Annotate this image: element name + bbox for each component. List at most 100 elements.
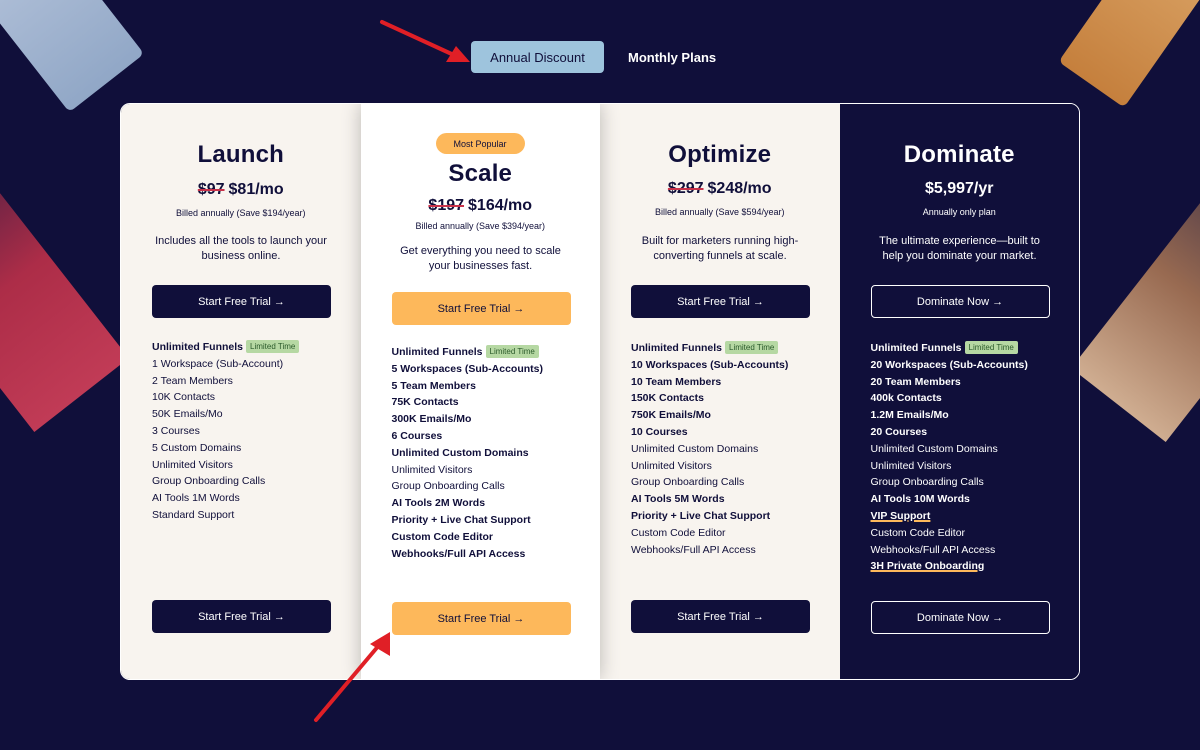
plan-description: Includes all the tools to launch your bu…: [155, 235, 327, 262]
decorative-stripe: [1071, 108, 1200, 442]
feature-text: AI Tools 5M Words: [631, 493, 725, 506]
feature-list: Unlimited Funnels Limited Time 20 Workspac…: [871, 340, 1071, 575]
feature-text: Group Onboarding Calls: [870, 476, 984, 489]
limited-time-badge: Limited Time: [964, 341, 1018, 354]
start-free-trial-button[interactable]: Start Free Trial →: [391, 602, 571, 635]
current-price: $164/mo: [468, 197, 533, 214]
dominate-now-button[interactable]: Dominate Now →: [870, 285, 1050, 318]
feature-item: VIP Support: [871, 508, 1071, 525]
plan-name: Optimize: [668, 141, 772, 168]
annual-discount-button[interactable]: Annual Discount: [471, 41, 604, 73]
feature-text: AI Tools 10M Words: [870, 493, 970, 506]
feature-text: Priority + Live Chat Support: [391, 513, 531, 526]
arrow-right-icon: →: [992, 611, 1004, 624]
old-price: $197: [428, 197, 465, 214]
feature-text: Unlimited Funnels: [152, 341, 244, 353]
feature-item: AI Tools 10M Words: [871, 491, 1071, 508]
start-free-trial-button[interactable]: Start Free Trial →: [631, 285, 810, 318]
arrow-right-icon: →: [273, 295, 285, 308]
feature-item: Group Onboarding Calls: [392, 478, 592, 495]
feature-text: 400k Contacts: [870, 392, 942, 405]
feature-item: 3 Courses: [152, 423, 352, 440]
feature-text: 2 Team Members: [152, 374, 233, 387]
feature-text: Group Onboarding Calls: [152, 475, 266, 488]
feature-text: Custom Code Editor: [391, 530, 494, 543]
feature-text: 750K Emails/Mo: [631, 409, 711, 422]
feature-text: 10 Team Members: [631, 375, 722, 388]
feature-text: 3H Private Onboarding: [870, 560, 985, 573]
button-label: Start Free Trial: [677, 610, 750, 623]
feature-text: Unlimited Visitors: [631, 459, 712, 472]
feature-item: Webhooks/Full API Access: [871, 542, 1071, 559]
start-free-trial-button[interactable]: Start Free Trial →: [152, 285, 331, 318]
limited-time-badge: Limited Time: [246, 340, 300, 353]
feature-item: 1.2M Emails/Mo: [871, 407, 1071, 424]
feature-text: 1 Workspace (Sub-Account): [152, 357, 284, 370]
button-label: Start Free Trial: [198, 610, 271, 623]
old-price: $97: [197, 181, 225, 198]
feature-text: Webhooks/Full API Access: [631, 543, 756, 556]
feature-item: Group Onboarding Calls: [631, 474, 831, 491]
feature-item: Priority + Live Chat Support: [392, 512, 592, 529]
feature-text: Custom Code Editor: [870, 526, 966, 539]
current-price: $5,997/yr: [924, 180, 994, 197]
feature-text: Unlimited Visitors: [152, 458, 233, 471]
feature-item: Group Onboarding Calls: [152, 473, 352, 490]
feature-item: 75K Contacts: [392, 394, 592, 411]
plan-name: Launch: [197, 141, 285, 168]
start-free-trial-button[interactable]: Start Free Trial →: [391, 292, 571, 325]
button-label: Start Free Trial: [198, 295, 271, 308]
feature-item: Group Onboarding Calls: [871, 474, 1071, 491]
feature-item: 10 Courses: [631, 424, 831, 441]
current-price: $81/mo: [228, 181, 284, 198]
plan-card-optimize: Optimize $297 $248/mo Billed annually (Sa…: [600, 104, 840, 679]
feature-text: 20 Team Members: [870, 375, 961, 388]
decorative-stripe: [1058, 0, 1200, 108]
feature-text: Custom Code Editor: [631, 526, 726, 539]
annotation-arrow-icon: [380, 20, 470, 62]
plan-card-launch: Launch $97 $81/mo Billed annually (Save $…: [121, 104, 361, 679]
feature-text: 10 Workspaces (Sub-Accounts): [631, 358, 789, 371]
button-label: Start Free Trial: [437, 302, 511, 315]
feature-text: 1.2M Emails/Mo: [870, 409, 949, 422]
start-free-trial-button[interactable]: Start Free Trial →: [152, 600, 331, 633]
billing-note: Annually only plan: [922, 207, 996, 217]
dominate-now-button[interactable]: Dominate Now →: [870, 601, 1050, 634]
feature-item: 10 Workspaces (Sub-Accounts): [631, 357, 831, 374]
monthly-plans-button[interactable]: Monthly Plans: [610, 41, 734, 73]
decorative-stripe: [0, 0, 145, 113]
plan-name: Scale: [448, 160, 513, 187]
feature-text: 300K Emails/Mo: [391, 413, 472, 426]
feature-item: Unlimited Funnels Limited Time: [631, 340, 831, 357]
feature-text: 20 Workspaces (Sub-Accounts): [870, 358, 1028, 371]
feature-text: 150K Contacts: [631, 392, 704, 405]
most-popular-badge: Most Popular: [435, 133, 525, 154]
feature-text: 20 Courses: [870, 425, 928, 438]
arrow-right-icon: →: [752, 610, 764, 623]
feature-text: 5 Team Members: [391, 379, 476, 392]
feature-list: Unlimited Funnels Limited Time 5 Workspace…: [392, 344, 592, 562]
feature-text: VIP Support: [870, 509, 931, 522]
feature-item: 10K Contacts: [152, 389, 352, 406]
feature-item: Standard Support: [152, 507, 352, 524]
feature-item: 6 Courses: [392, 428, 592, 445]
plan-price: $297 $248/mo: [600, 180, 840, 198]
start-free-trial-button[interactable]: Start Free Trial →: [631, 600, 810, 633]
feature-item: Webhooks/Full API Access: [392, 546, 592, 563]
feature-item: 20 Courses: [871, 424, 1071, 441]
limited-time-badge: Limited Time: [485, 345, 539, 358]
feature-item: Priority + Live Chat Support: [631, 508, 831, 525]
feature-item: Unlimited Visitors: [631, 458, 831, 475]
feature-item: Unlimited Visitors: [871, 458, 1071, 475]
feature-item: 3H Private Onboarding: [871, 558, 1071, 575]
plan-card-dominate: Dominate $5,997/yr Annually only plan Th…: [839, 104, 1079, 679]
feature-text: 10 Courses: [631, 425, 688, 438]
decorative-stripe: [0, 98, 129, 432]
feature-item: Unlimited Visitors: [392, 462, 592, 479]
old-price: $297: [667, 180, 704, 197]
feature-item: 5 Team Members: [392, 378, 592, 395]
feature-text: AI Tools 2M Words: [391, 497, 486, 510]
feature-text: Unlimited Visitors: [870, 459, 952, 472]
feature-item: 1 Workspace (Sub-Account): [152, 356, 352, 373]
pricing-cards: Launch $97 $81/mo Billed annually (Save $…: [120, 103, 1080, 680]
